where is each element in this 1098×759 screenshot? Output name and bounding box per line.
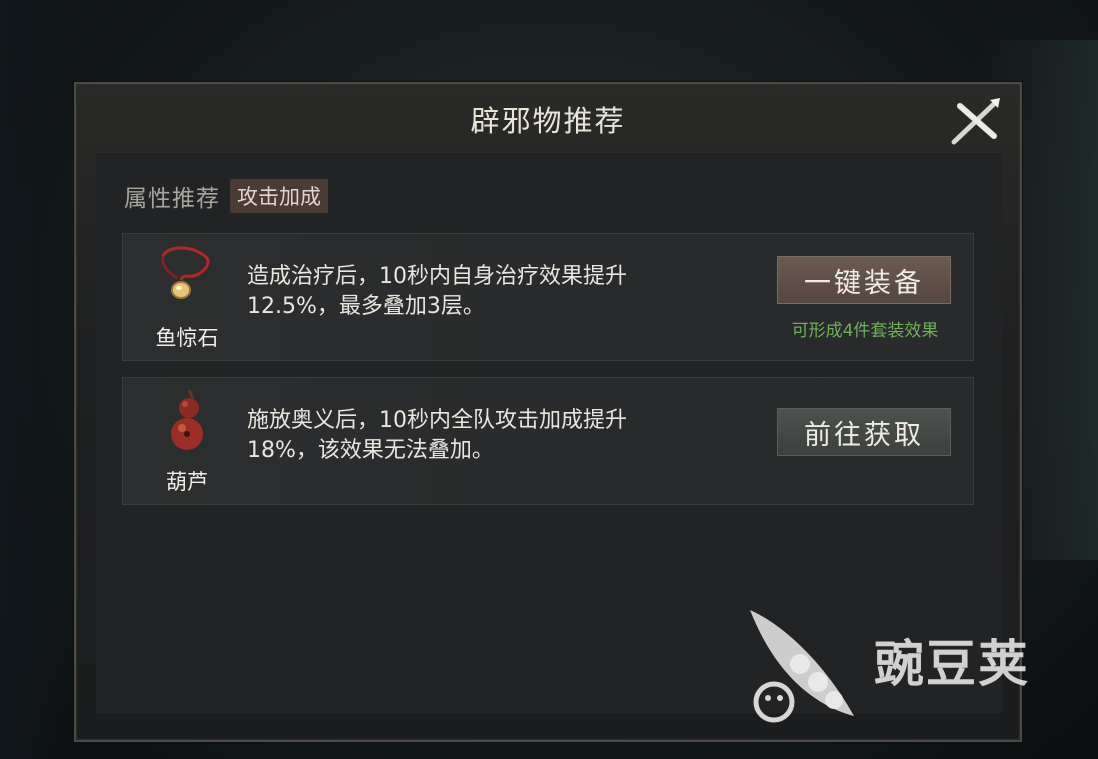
one-click-equip-button[interactable]: 一键装备: [777, 256, 951, 304]
gourd-icon: [153, 388, 221, 456]
set-effect-note: 可形成4件套装效果: [791, 321, 939, 341]
description-line: 12.5%，最多叠加3层。: [247, 294, 485, 319]
necklace-stone-icon: [153, 244, 221, 312]
item-icon-box[interactable]: 鱼惊石: [139, 244, 235, 354]
attribute-tag: 攻击加成: [230, 179, 328, 213]
item-card-yujingshi: 鱼惊石 造成治疗后，10秒内自身治疗效果提升 12.5%，最多叠加3层。 一键装…: [122, 233, 974, 361]
watermark-text: 豌豆荚: [874, 635, 1030, 693]
description-line: 造成治疗后，10秒内自身治疗效果提升: [247, 264, 627, 289]
item-card-hulu: 葫芦 施放奥义后，10秒内全队攻击加成提升 18%，该效果无法叠加。 前往获取: [122, 377, 974, 505]
item-icon-box[interactable]: 葫芦: [139, 388, 235, 498]
go-obtain-button[interactable]: 前往获取: [777, 408, 951, 456]
item-name: 鱼惊石: [155, 326, 219, 350]
pea-pod-logo-icon: [746, 606, 866, 728]
watermark: 豌豆荚: [746, 606, 1066, 734]
description-line: 施放奥义后，10秒内全队攻击加成提升: [247, 408, 627, 433]
dialog-title: 辟邪物推荐: [470, 104, 626, 138]
item-name: 葫芦: [166, 470, 208, 494]
background-left-shade: [0, 0, 70, 759]
attribute-label: 属性推荐: [124, 186, 220, 212]
attribute-recommend-row: 属性推荐 攻击加成: [124, 179, 328, 213]
item-description: 造成治疗后，10秒内自身治疗效果提升 12.5%，最多叠加3层。: [247, 262, 767, 322]
item-description: 施放奥义后，10秒内全队攻击加成提升 18%，该效果无法叠加。: [247, 406, 767, 466]
close-x-icon[interactable]: [946, 96, 1006, 148]
description-line: 18%，该效果无法叠加。: [247, 438, 494, 463]
